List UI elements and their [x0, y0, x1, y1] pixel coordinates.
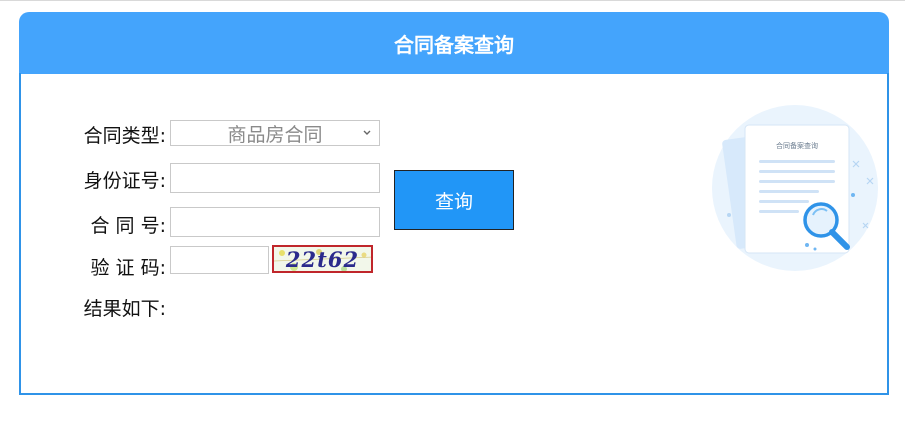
panel-header: 合同备案查询 [19, 12, 889, 74]
contract-search-illustration: 合同备案查询 [712, 105, 878, 271]
panel-body: 合同类型: 商品房合同 身份证号: 合 同 号: 验 证 码: 22t62 结果… [19, 73, 889, 395]
illustration-doc-title: 合同备案查询 [776, 141, 818, 150]
contract-type-selected-value: 商品房合同 [227, 123, 323, 146]
id-number-input[interactable] [170, 163, 380, 193]
panel-title: 合同备案查询 [394, 32, 514, 57]
contract-type-select[interactable]: 商品房合同 [170, 120, 380, 146]
contract-query-panel: 合同备案查询 合同类型: 商品房合同 身份证号: 合 同 号: 验 证 码: 2… [19, 12, 889, 395]
query-button-label: 查询 [434, 190, 473, 213]
result-label: 结果如下: [83, 298, 166, 320]
captcha-label: 验 证 码: [90, 257, 166, 279]
captcha-input[interactable] [170, 246, 269, 274]
id-number-label: 身份证号: [83, 170, 166, 192]
captcha-text: 22t62 [285, 246, 360, 272]
contract-number-label: 合 同 号: [90, 215, 166, 237]
top-divider [0, 0, 905, 1]
chevron-down-icon [363, 130, 371, 135]
captcha-image[interactable]: 22t62 [272, 245, 373, 273]
contract-type-label: 合同类型: [83, 125, 166, 147]
contract-number-input[interactable] [170, 207, 380, 237]
query-button[interactable]: 查询 [394, 170, 514, 230]
